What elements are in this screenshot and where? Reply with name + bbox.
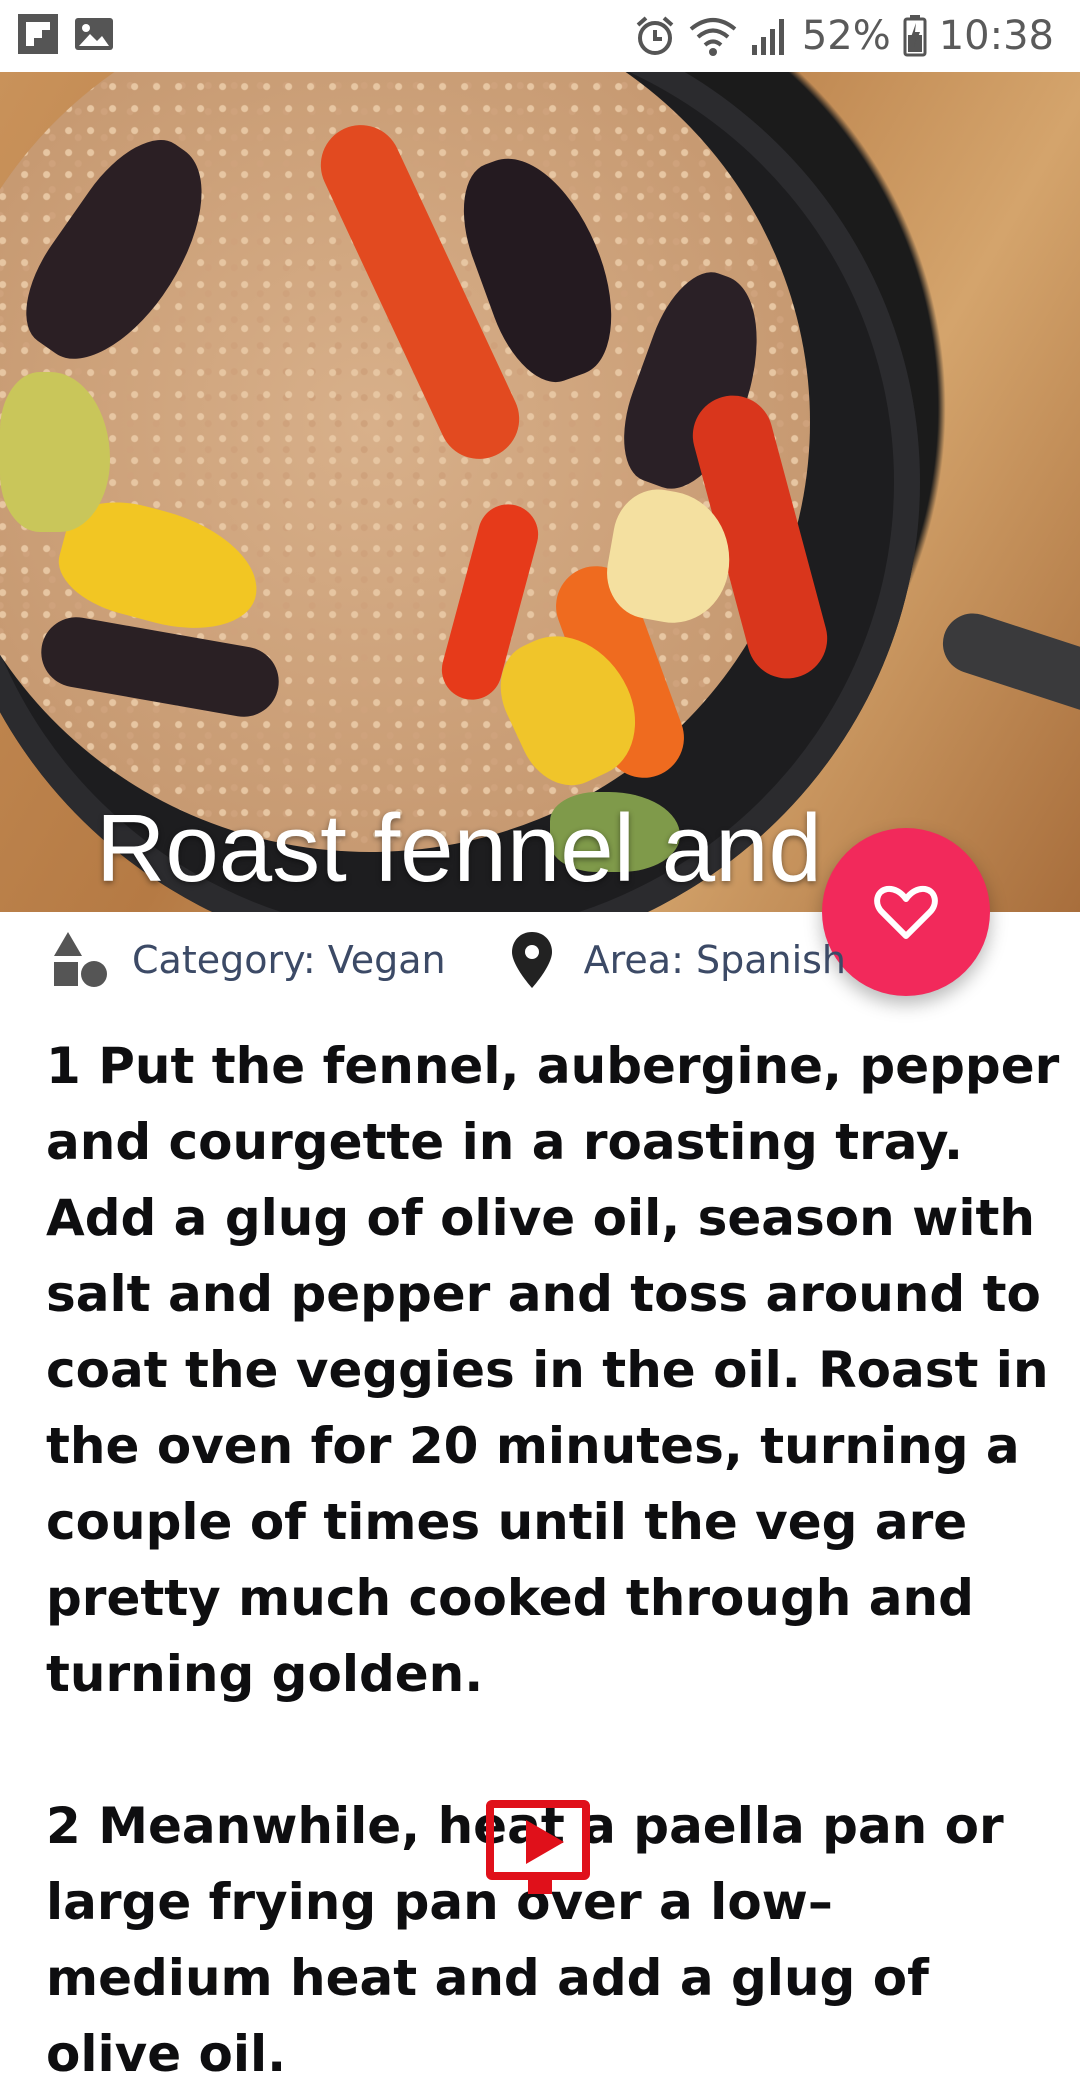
recipe-instructions: 1 Put the fennel, aubergine, pepper and … — [46, 1037, 1060, 2083]
status-bar-right: 52% 10:38 — [634, 10, 1054, 62]
category-label: Category: Vegan — [132, 938, 446, 982]
alarm-icon — [636, 16, 674, 55]
youtube-stand — [528, 1880, 552, 1894]
battery-percent: 52% — [801, 13, 891, 59]
recipe-meta-row: Category: Vegan Area: Spanish — [50, 930, 902, 990]
area-info: Area: Spanish — [502, 930, 846, 990]
youtube-play-icon — [526, 1820, 564, 1864]
image-icon — [75, 18, 113, 50]
youtube-button[interactable] — [486, 1800, 590, 1894]
signal-icon — [751, 19, 784, 55]
flipboard-icon — [18, 14, 58, 54]
clock: 10:38 — [938, 13, 1054, 59]
shapes-icon — [54, 932, 107, 987]
category-info: Category: Vegan — [50, 930, 446, 990]
status-bar: 52% 10:38 — [0, 0, 1080, 72]
pan-handle — [935, 605, 1080, 719]
status-bar-left — [18, 14, 114, 54]
wifi-icon — [689, 18, 737, 56]
battery-icon — [903, 15, 927, 57]
recipe-hero-image: Roast fennel and… — [0, 72, 1080, 912]
area-label: Area: Spanish — [583, 938, 847, 982]
location-pin-icon — [511, 932, 552, 988]
